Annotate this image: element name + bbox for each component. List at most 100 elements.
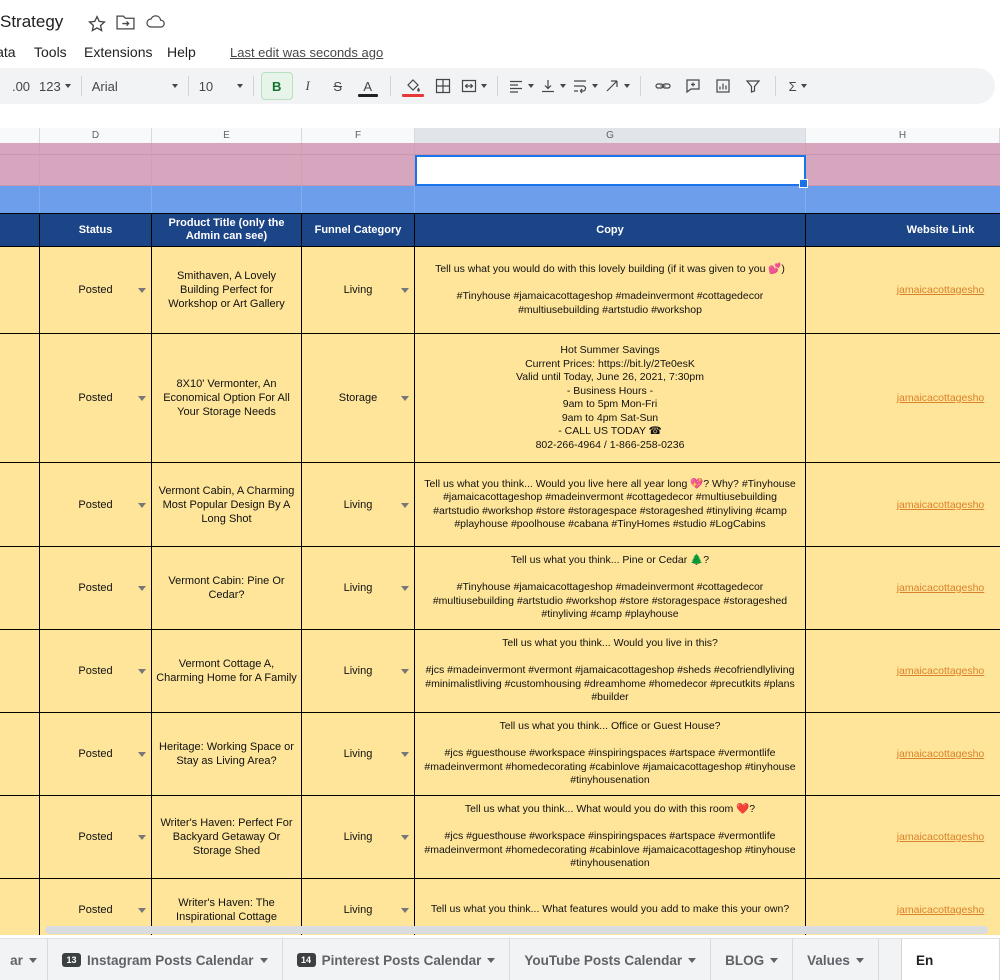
dropdown-arrow-icon[interactable] bbox=[138, 908, 146, 913]
category-cell[interactable]: Living bbox=[302, 547, 415, 630]
decrease-decimal-button[interactable]: .00 bbox=[6, 73, 36, 99]
category-cell[interactable]: Living bbox=[302, 713, 415, 796]
product-photo[interactable] bbox=[0, 796, 40, 879]
menu-help[interactable]: Help bbox=[167, 44, 196, 60]
product-photo[interactable] bbox=[0, 463, 40, 547]
status-cell[interactable]: Posted bbox=[40, 547, 152, 630]
status-cell[interactable]: Posted bbox=[40, 796, 152, 879]
sheet-tab-partial[interactable]: ar bbox=[0, 939, 48, 980]
menu-data[interactable]: Data bbox=[0, 44, 16, 60]
website-link[interactable]: jamaicacottagesho bbox=[897, 392, 985, 404]
dropdown-arrow-icon[interactable] bbox=[401, 669, 409, 674]
dropdown-arrow-icon[interactable] bbox=[401, 752, 409, 757]
link-cell[interactable]: jamaicacottagesho bbox=[806, 463, 1000, 547]
dropdown-arrow-icon[interactable] bbox=[401, 288, 409, 293]
font-size-select[interactable]: 10 bbox=[196, 73, 246, 99]
link-cell[interactable]: jamaicacottagesho bbox=[806, 247, 1000, 334]
menu-tools[interactable]: Tools bbox=[34, 44, 67, 60]
horizontal-align-button[interactable] bbox=[505, 73, 537, 99]
status-cell[interactable]: Posted bbox=[40, 247, 152, 334]
text-wrap-button[interactable] bbox=[569, 73, 601, 99]
title-cell[interactable]: Vermont Cottage A, Charming Home for A F… bbox=[152, 630, 302, 713]
dropdown-arrow-icon[interactable] bbox=[138, 503, 146, 508]
fill-handle[interactable] bbox=[799, 179, 808, 188]
website-link[interactable]: jamaicacottagesho bbox=[897, 904, 985, 916]
dropdown-arrow-icon[interactable] bbox=[401, 503, 409, 508]
number-format-button[interactable]: 123 bbox=[36, 73, 74, 99]
dropdown-arrow-icon[interactable] bbox=[138, 752, 146, 757]
status-cell[interactable]: Posted bbox=[40, 463, 152, 547]
copy-cell[interactable]: Hot Summer Savings Current Prices: https… bbox=[415, 334, 806, 463]
borders-button[interactable] bbox=[428, 73, 458, 99]
copy-cell[interactable]: Tell us what you would do with this love… bbox=[415, 247, 806, 334]
dropdown-arrow-icon[interactable] bbox=[401, 908, 409, 913]
copy-cell[interactable]: Tell us what you think... What would you… bbox=[415, 796, 806, 879]
status-cell[interactable]: Posted bbox=[40, 334, 152, 463]
sheet-tab-instagram[interactable]: 13 Instagram Posts Calendar bbox=[48, 939, 283, 980]
category-cell[interactable]: Living bbox=[302, 630, 415, 713]
website-link[interactable]: jamaicacottagesho bbox=[897, 284, 985, 296]
dropdown-arrow-icon[interactable] bbox=[401, 835, 409, 840]
column-header-E[interactable]: E bbox=[152, 128, 302, 143]
create-filter-button[interactable] bbox=[738, 73, 768, 99]
title-cell[interactable]: 8X10' Vermonter, An Economical Option Fo… bbox=[152, 334, 302, 463]
title-cell[interactable]: Writer's Haven: Perfect For Backyard Get… bbox=[152, 796, 302, 879]
dropdown-arrow-icon[interactable] bbox=[138, 396, 146, 401]
blue-band-row[interactable] bbox=[0, 186, 1000, 213]
strikethrough-button[interactable]: S bbox=[323, 73, 353, 99]
column-header-D[interactable]: D bbox=[40, 128, 152, 143]
column-header-F[interactable]: F bbox=[302, 128, 415, 143]
selected-cell[interactable] bbox=[415, 155, 806, 186]
category-cell[interactable]: Living bbox=[302, 796, 415, 879]
link-cell[interactable]: jamaicacottagesho bbox=[806, 630, 1000, 713]
dropdown-arrow-icon[interactable] bbox=[138, 669, 146, 674]
last-edit-link[interactable]: Last edit was seconds ago bbox=[230, 45, 383, 60]
star-icon[interactable] bbox=[88, 15, 106, 33]
link-cell[interactable]: jamaicacottagesho bbox=[806, 713, 1000, 796]
dropdown-arrow-icon[interactable] bbox=[138, 586, 146, 591]
italic-button[interactable]: I bbox=[293, 73, 323, 99]
website-link[interactable]: jamaicacottagesho bbox=[897, 748, 985, 760]
sheet-tab-pinterest[interactable]: 14 Pinterest Posts Calendar bbox=[283, 939, 511, 980]
status-cell[interactable]: Posted bbox=[40, 713, 152, 796]
title-cell[interactable]: Heritage: Working Space or Stay as Livin… bbox=[152, 713, 302, 796]
category-cell[interactable]: Living bbox=[302, 463, 415, 547]
functions-button[interactable]: Σ bbox=[783, 73, 813, 99]
dropdown-arrow-icon[interactable] bbox=[401, 586, 409, 591]
font-family-select[interactable]: Arial bbox=[89, 73, 181, 99]
copy-cell[interactable]: Tell us what you think... Office or Gues… bbox=[415, 713, 806, 796]
link-cell[interactable]: jamaicacottagesho bbox=[806, 547, 1000, 630]
column-header-H[interactable]: H bbox=[806, 128, 1000, 143]
category-cell[interactable]: Living bbox=[302, 247, 415, 334]
product-photo[interactable] bbox=[0, 547, 40, 630]
category-cell[interactable]: Storage bbox=[302, 334, 415, 463]
doc-title[interactable]: Strategy bbox=[0, 12, 63, 32]
website-link[interactable]: jamaicacottagesho bbox=[897, 499, 985, 511]
title-cell[interactable]: Smithaven, A Lovely Building Perfect for… bbox=[152, 247, 302, 334]
link-cell[interactable]: jamaicacottagesho bbox=[806, 334, 1000, 463]
horizontal-scrollbar[interactable] bbox=[45, 926, 988, 934]
sheet-tab-blog[interactable]: BLOG bbox=[711, 939, 793, 980]
vertical-align-button[interactable] bbox=[537, 73, 569, 99]
sheet-tab-values[interactable]: Values bbox=[793, 939, 879, 980]
sheet-tab-youtube[interactable]: YouTube Posts Calendar bbox=[510, 939, 711, 980]
move-folder-icon[interactable] bbox=[116, 15, 134, 33]
dropdown-arrow-icon[interactable] bbox=[401, 396, 409, 401]
menu-extensions[interactable]: Extensions bbox=[84, 44, 152, 60]
product-photo[interactable] bbox=[0, 879, 40, 941]
pink-row-1[interactable] bbox=[0, 143, 1000, 155]
fill-color-button[interactable] bbox=[398, 73, 428, 99]
column-header-partial[interactable] bbox=[0, 128, 40, 143]
text-color-button[interactable]: A bbox=[353, 73, 383, 99]
insert-comment-button[interactable] bbox=[678, 73, 708, 99]
sheet-tab-active-partial[interactable]: En bbox=[901, 939, 1000, 980]
status-cell[interactable]: Posted bbox=[40, 630, 152, 713]
title-cell[interactable]: Vermont Cabin: Pine Or Cedar? bbox=[152, 547, 302, 630]
copy-cell[interactable]: Tell us what you think... Would you live… bbox=[415, 463, 806, 547]
column-header-G[interactable]: G bbox=[415, 128, 806, 143]
insert-chart-button[interactable] bbox=[708, 73, 738, 99]
insert-link-button[interactable] bbox=[648, 73, 678, 99]
dropdown-arrow-icon[interactable] bbox=[138, 288, 146, 293]
cloud-status-icon[interactable] bbox=[146, 15, 164, 33]
title-cell[interactable]: Vermont Cabin, A Charming Most Popular D… bbox=[152, 463, 302, 547]
